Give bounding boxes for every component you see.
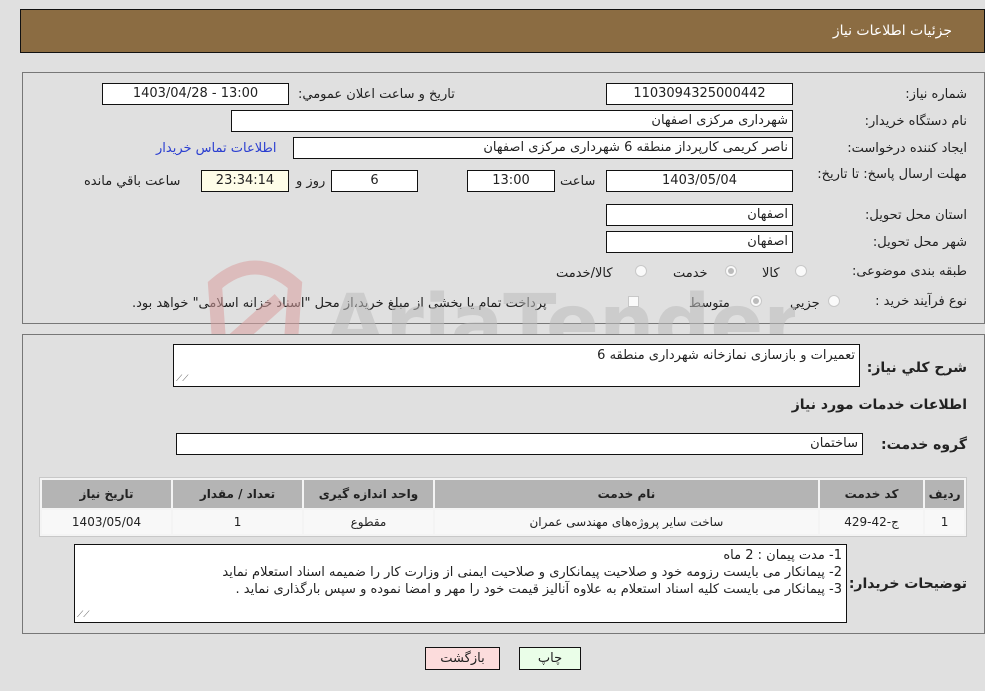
- deadline-date-field[interactable]: 1403/05/04: [606, 170, 793, 192]
- announce-datetime-field[interactable]: 1403/04/28 - 13:00: [102, 83, 289, 105]
- process-medium-radio[interactable]: [750, 295, 762, 307]
- process-minor-radio[interactable]: [828, 295, 840, 307]
- category-label: طبقه بندی موضوعی:: [851, 264, 967, 279]
- resize-grip-icon[interactable]: ⟋⟋: [77, 610, 90, 620]
- deadline-label: مهلت ارسال پاسخ: تا تاريخ:: [817, 167, 967, 182]
- requester-field[interactable]: ناصر کریمی کارپرداز منطقه 6 شهرداری مرکز…: [293, 137, 793, 159]
- col-need-date: تاريخ نياز: [42, 480, 172, 508]
- category-goods-label: کالا: [762, 266, 780, 281]
- province-label: استان محل تحويل:: [865, 208, 967, 223]
- days-label: روز و: [296, 174, 326, 189]
- cell-quantity: 1: [173, 510, 302, 534]
- page-header: جزئیات اطلاعات نیاز: [20, 9, 985, 53]
- buyer-notes-line: 1- مدت پیمان : 2 ماه: [723, 548, 842, 563]
- services-table: رديف کد خدمت نام خدمت واحد اندازه گيری ت…: [39, 477, 967, 537]
- treasury-note: پرداخت تمام يا بخشی از مبلغ خريد،از محل …: [132, 296, 547, 311]
- deadline-time-field[interactable]: 13:00: [467, 170, 555, 192]
- buyer-notes-line: 3- پیمانکار می بایست کلیه اسناد استعلام …: [235, 582, 842, 597]
- page-title: جزئیات اطلاعات نیاز: [832, 23, 952, 39]
- buyer-notes-label: توضيحات خريدار:: [848, 576, 967, 592]
- col-unit: واحد اندازه گيری: [304, 480, 433, 508]
- category-service-radio[interactable]: [725, 265, 737, 277]
- province-field[interactable]: اصفهان: [606, 204, 793, 226]
- service-group-label: گروه خدمت:: [881, 437, 967, 453]
- buyer-org-field[interactable]: شهرداری مرکزی اصفهان: [231, 110, 793, 132]
- city-field[interactable]: اصفهان: [606, 231, 793, 253]
- description-textarea[interactable]: تعمیرات و بازسازی نمازخانه شهرداری منطقه…: [173, 344, 860, 387]
- purchase-process-label: نوع فرآيند خريد :: [875, 294, 967, 309]
- description-label: شرح کلي نياز:: [866, 360, 967, 376]
- time-remaining-field: 23:34:14: [201, 170, 289, 192]
- deadline-time-label: ساعت: [560, 174, 596, 189]
- category-goods-service-radio[interactable]: [635, 265, 647, 277]
- col-row-number: رديف: [925, 480, 964, 508]
- cell-need-date: 1403/05/04: [42, 510, 172, 534]
- cell-row-number: 1: [925, 510, 964, 534]
- print-button[interactable]: چاپ: [519, 647, 581, 670]
- treasury-checkbox[interactable]: [628, 296, 639, 307]
- buyer-notes-line: 2- پیمانکار می بایست رزومه خود و صلاحیت …: [222, 565, 842, 580]
- col-quantity: تعداد / مقدار: [173, 480, 302, 508]
- services-section-title: اطلاعات خدمات مورد نياز: [791, 397, 967, 413]
- buyer-notes-textarea[interactable]: 1- مدت پیمان : 2 ماه 2- پیمانکار می بایس…: [74, 544, 847, 623]
- buyer-org-label: نام دستگاه خريدار:: [864, 114, 967, 129]
- time-remaining-label: ساعت باقي مانده: [84, 174, 181, 189]
- table-row: 1 ج-42-429 ساخت سایر پروژه‌های مهندسی عم…: [42, 510, 964, 534]
- category-service-label: خدمت: [673, 266, 708, 281]
- category-goods-radio[interactable]: [795, 265, 807, 277]
- col-service-code: کد خدمت: [819, 480, 924, 508]
- need-number-field[interactable]: 1103094325000442: [606, 83, 793, 105]
- buyer-contact-link[interactable]: اطلاعات تماس خريدار: [156, 141, 276, 156]
- table-header-row: رديف کد خدمت نام خدمت واحد اندازه گيری ت…: [42, 480, 964, 508]
- cell-service-code: ج-42-429: [819, 510, 924, 534]
- process-minor-label: جزيي: [790, 296, 820, 311]
- requester-label: ايجاد کننده درخواست:: [847, 141, 967, 156]
- days-remaining-field: 6: [331, 170, 418, 192]
- service-group-field[interactable]: ساختمان: [176, 433, 863, 455]
- category-goods-service-label: کالا/خدمت: [556, 266, 613, 281]
- need-number-label: شماره نیاز:: [905, 87, 967, 102]
- process-medium-label: متوسط: [689, 296, 730, 311]
- col-service-name: نام خدمت: [434, 480, 818, 508]
- cell-service-name: ساخت سایر پروژه‌های مهندسی عمران: [434, 510, 818, 534]
- cell-unit: مقطوع: [304, 510, 433, 534]
- city-label: شهر محل تحويل:: [872, 235, 967, 250]
- description-text: تعمیرات و بازسازی نمازخانه شهرداری منطقه…: [597, 348, 855, 363]
- announce-datetime-label: تاریخ و ساعت اعلان عمومي:: [298, 87, 455, 102]
- back-button[interactable]: بازگشت: [425, 647, 500, 670]
- resize-grip-icon[interactable]: ⟋⟋: [176, 374, 189, 384]
